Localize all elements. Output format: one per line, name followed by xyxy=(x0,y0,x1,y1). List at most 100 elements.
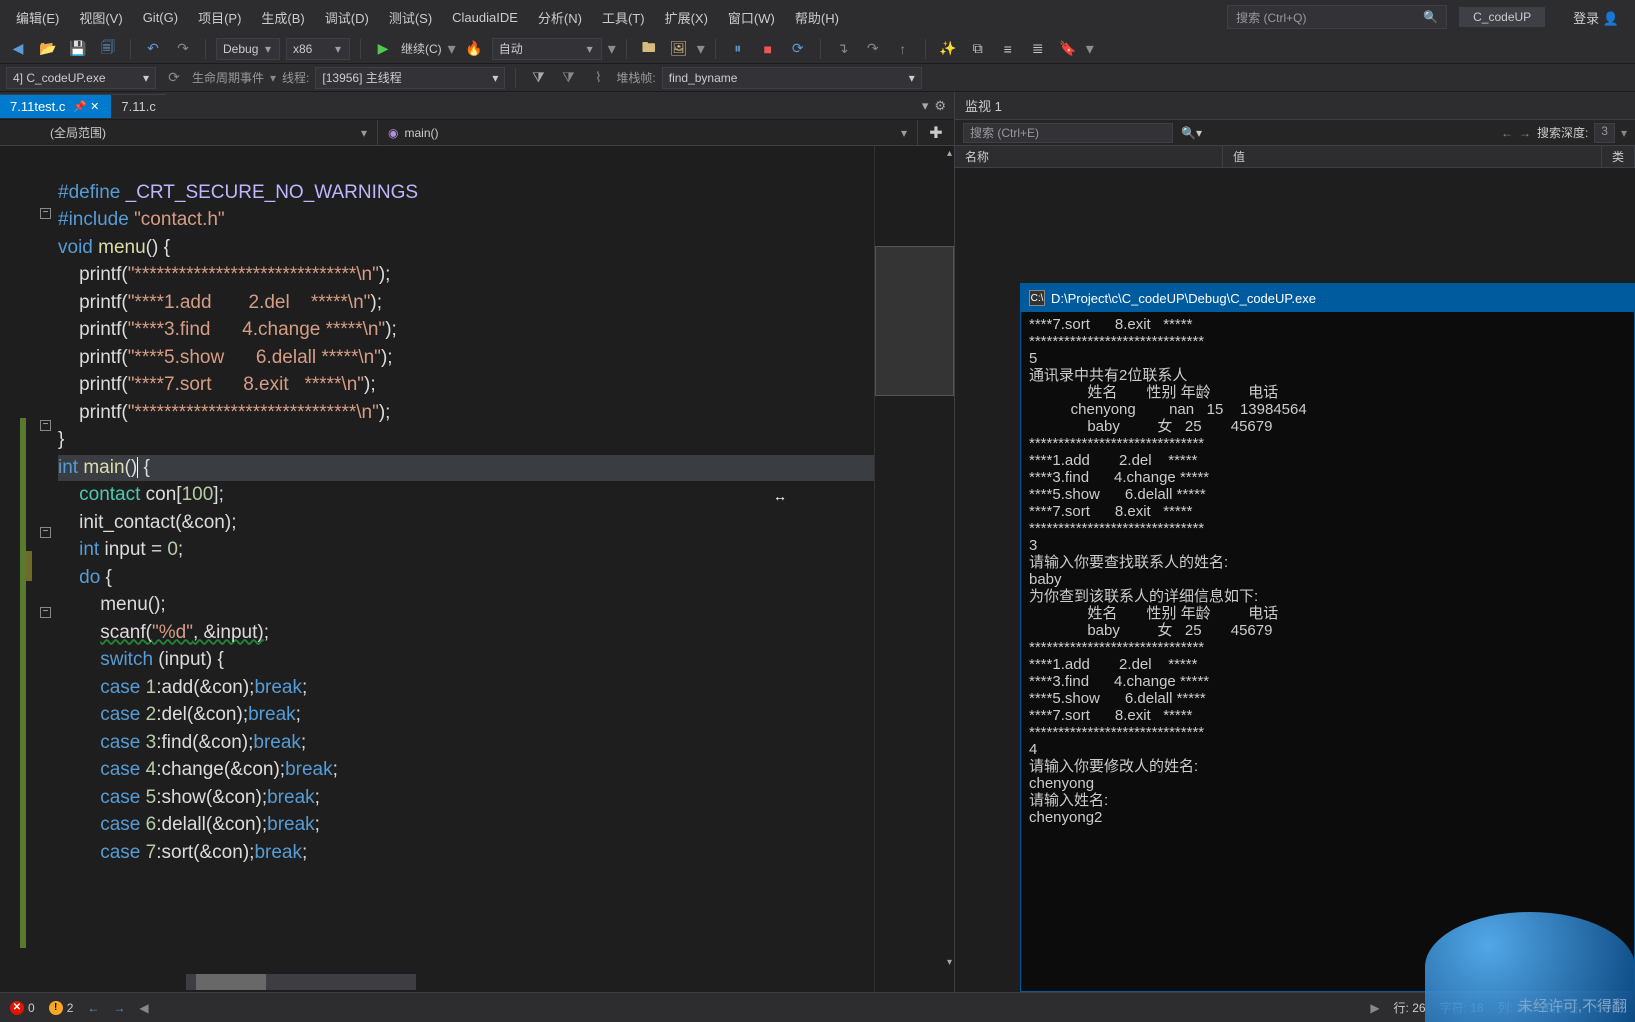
code-line: #define xyxy=(58,182,126,203)
scope-selector[interactable]: (全局范围)▾ xyxy=(0,120,378,145)
lifecycle-icon[interactable]: ⟳ xyxy=(162,66,186,90)
menu-debug[interactable]: 调试(D) xyxy=(315,4,379,31)
editor-tabs: 7.11test.c📌 ✕ 7.11.c ▾ ⚙ xyxy=(0,92,954,120)
watch-body[interactable]: C:\ D:\Project\c\C_codeUP\Debug\C_codeUP… xyxy=(955,168,1635,992)
debug-toolbar: 4] C_codeUP.exe▾ ⟳ 生命周期事件▾ 线程: [13956] 主… xyxy=(0,64,1635,92)
layout-icon[interactable]: ≡ xyxy=(996,37,1020,61)
thread-prefix-label: 线程: xyxy=(282,69,309,86)
menu-help[interactable]: 帮助(H) xyxy=(785,4,849,31)
fold-icon[interactable]: − xyxy=(40,208,51,219)
nav-fwd-icon[interactable]: → xyxy=(113,1001,125,1015)
watch-header[interactable]: 监视 1 xyxy=(955,92,1635,120)
fold-icon[interactable]: − xyxy=(40,527,51,538)
stackframe-selector[interactable]: find_byname▾ xyxy=(662,67,922,89)
depth-label: 搜索深度: xyxy=(1537,124,1588,141)
nav-left-icon[interactable]: ← xyxy=(1501,126,1513,140)
global-search-input[interactable]: 搜索 (Ctrl+Q)🔍 xyxy=(1227,5,1447,29)
col-type[interactable]: 类 xyxy=(1602,146,1635,167)
search-icon[interactable]: 🔍▾ xyxy=(1181,126,1202,140)
nav-right-icon[interactable]: → xyxy=(1519,126,1531,140)
hotreload-icon[interactable]: 🔥 xyxy=(462,37,486,61)
config-selector[interactable]: Debug▾ xyxy=(216,38,280,60)
project-selector[interactable]: C_codeUP xyxy=(1459,7,1545,27)
process-selector[interactable]: 4] C_codeUP.exe▾ xyxy=(6,67,156,89)
menu-project[interactable]: 项目(P) xyxy=(188,4,251,31)
menu-build[interactable]: 生成(B) xyxy=(251,4,314,31)
col-name[interactable]: 名称 xyxy=(955,146,1223,167)
scroll-up-icon[interactable]: ▴ xyxy=(947,148,952,159)
folder-icon[interactable]: 🖿 xyxy=(637,37,661,61)
window-icon[interactable]: ⧉ xyxy=(966,37,990,61)
undo-icon[interactable]: ↶ xyxy=(141,37,165,61)
menu-edit[interactable]: 编辑(E) xyxy=(6,4,69,31)
dna-icon[interactable]: ⌇ xyxy=(586,66,610,90)
auto-selector[interactable]: 自动▾ xyxy=(492,38,602,60)
tab-711test[interactable]: 7.11test.c📌 ✕ xyxy=(0,94,111,118)
status-bar: ✕0 !2 ← → ◀ ▶ 行: 26 字符: 18 列: 24 制表符 CRL… xyxy=(0,992,1635,1022)
login-button[interactable]: 登录 👤 xyxy=(1563,8,1629,27)
watch-panel: 监视 1 搜索 (Ctrl+E) 🔍▾ ← → 搜索深度: 3 ▾ 名称 值 类… xyxy=(955,92,1635,992)
console-title: D:\Project\c\C_codeUP\Debug\C_codeUP.exe xyxy=(1051,291,1316,306)
menu-window[interactable]: 窗口(W) xyxy=(718,4,785,31)
nav-back-icon[interactable]: ◀ xyxy=(6,37,30,61)
stack-label: 堆栈帧: xyxy=(616,69,655,86)
menu-bar: 编辑(E) 视图(V) Git(G) 项目(P) 生成(B) 调试(D) 测试(… xyxy=(0,0,1635,34)
platform-selector[interactable]: x86▾ xyxy=(286,38,350,60)
tabs-dropdown-icon[interactable]: ▾ xyxy=(922,98,929,114)
tab-711[interactable]: 7.11.c xyxy=(111,94,165,118)
console-titlebar[interactable]: C:\ D:\Project\c\C_codeUP\Debug\C_codeUP… xyxy=(1021,284,1634,312)
watch-search-input[interactable]: 搜索 (Ctrl+E) xyxy=(963,123,1173,143)
resize-cursor-icon: ↔ xyxy=(773,488,787,504)
pause-icon[interactable]: ⏸ xyxy=(726,37,750,61)
console-body[interactable]: ****7.sort 8.exit ***** ****************… xyxy=(1021,312,1634,991)
stepout-icon[interactable]: ↑ xyxy=(891,37,915,61)
menu-claudiaide[interactable]: ClaudiaIDE xyxy=(442,6,528,29)
editor-pane: 7.11test.c📌 ✕ 7.11.c ▾ ⚙ (全局范围)▾ ◉main()▾… xyxy=(0,92,955,992)
spark-icon[interactable]: ✨ xyxy=(936,37,960,61)
thread-selector[interactable]: [13956] 主线程▾ xyxy=(315,67,505,89)
fold-icon[interactable]: − xyxy=(40,420,51,431)
stepover-icon[interactable]: ↷ xyxy=(861,37,885,61)
col-value[interactable]: 值 xyxy=(1223,146,1602,167)
stop-icon[interactable]: ■ xyxy=(756,37,780,61)
watermark: 未经许可,不得翻 xyxy=(1518,995,1627,1016)
nav-back-icon[interactable]: ← xyxy=(87,1001,99,1015)
continue-label[interactable]: 继续(C) xyxy=(401,40,442,57)
tabs-gear-icon[interactable]: ⚙ xyxy=(934,98,946,114)
saveall-icon[interactable]: 🗐 xyxy=(96,37,120,61)
nav-bar: (全局范围)▾ ◉main()▾ ✚ xyxy=(0,120,954,146)
search-icon: 🔍 xyxy=(1423,10,1438,24)
open-icon[interactable]: 📂 xyxy=(36,37,60,61)
depth-input[interactable]: 3 xyxy=(1594,123,1615,143)
stepinto-icon[interactable]: ↴ xyxy=(831,37,855,61)
restart-icon[interactable]: ⟳ xyxy=(786,37,810,61)
errors-indicator[interactable]: ✕0 xyxy=(10,1001,35,1015)
menu-analyze[interactable]: 分析(N) xyxy=(528,4,592,31)
indent-icon[interactable]: ≣ xyxy=(1026,37,1050,61)
save-icon[interactable]: 💾 xyxy=(66,37,90,61)
minimap[interactable]: ▴ ▾ xyxy=(874,146,954,992)
status-line[interactable]: 行: 26 xyxy=(1394,999,1426,1016)
lifecycle-label: 生命周期事件 xyxy=(192,69,264,86)
close-icon[interactable]: 📌 ✕ xyxy=(71,100,101,113)
menu-tools[interactable]: 工具(T) xyxy=(592,4,655,31)
function-selector[interactable]: ◉main()▾ xyxy=(378,120,918,145)
continue-icon[interactable]: ▶ xyxy=(371,37,395,61)
scroll-down-icon[interactable]: ▾ xyxy=(947,957,952,968)
menu-git[interactable]: Git(G) xyxy=(133,6,188,29)
redo-icon[interactable]: ↷ xyxy=(171,37,195,61)
split-icon[interactable]: ✚ xyxy=(918,120,954,145)
code-editor[interactable]: #define _CRT_SECURE_NO_WARNINGS #include… xyxy=(56,146,874,992)
menu-view[interactable]: 视图(V) xyxy=(69,4,132,31)
image-icon[interactable]: 🖼 xyxy=(667,37,691,61)
filter-icon[interactable]: ⧩ xyxy=(526,66,550,90)
menu-test[interactable]: 测试(S) xyxy=(379,4,442,31)
editor-hscroll[interactable] xyxy=(186,974,416,990)
editor-gutter[interactable]: − − − − xyxy=(0,146,56,992)
menu-extensions[interactable]: 扩展(X) xyxy=(655,4,718,31)
bookmark-icon[interactable]: 🔖 xyxy=(1056,37,1080,61)
filter2-icon[interactable]: ⧩ xyxy=(556,66,580,90)
console-window[interactable]: C:\ D:\Project\c\C_codeUP\Debug\C_codeUP… xyxy=(1020,283,1635,992)
fold-icon[interactable]: − xyxy=(40,607,51,618)
warnings-indicator[interactable]: !2 xyxy=(49,1001,74,1015)
